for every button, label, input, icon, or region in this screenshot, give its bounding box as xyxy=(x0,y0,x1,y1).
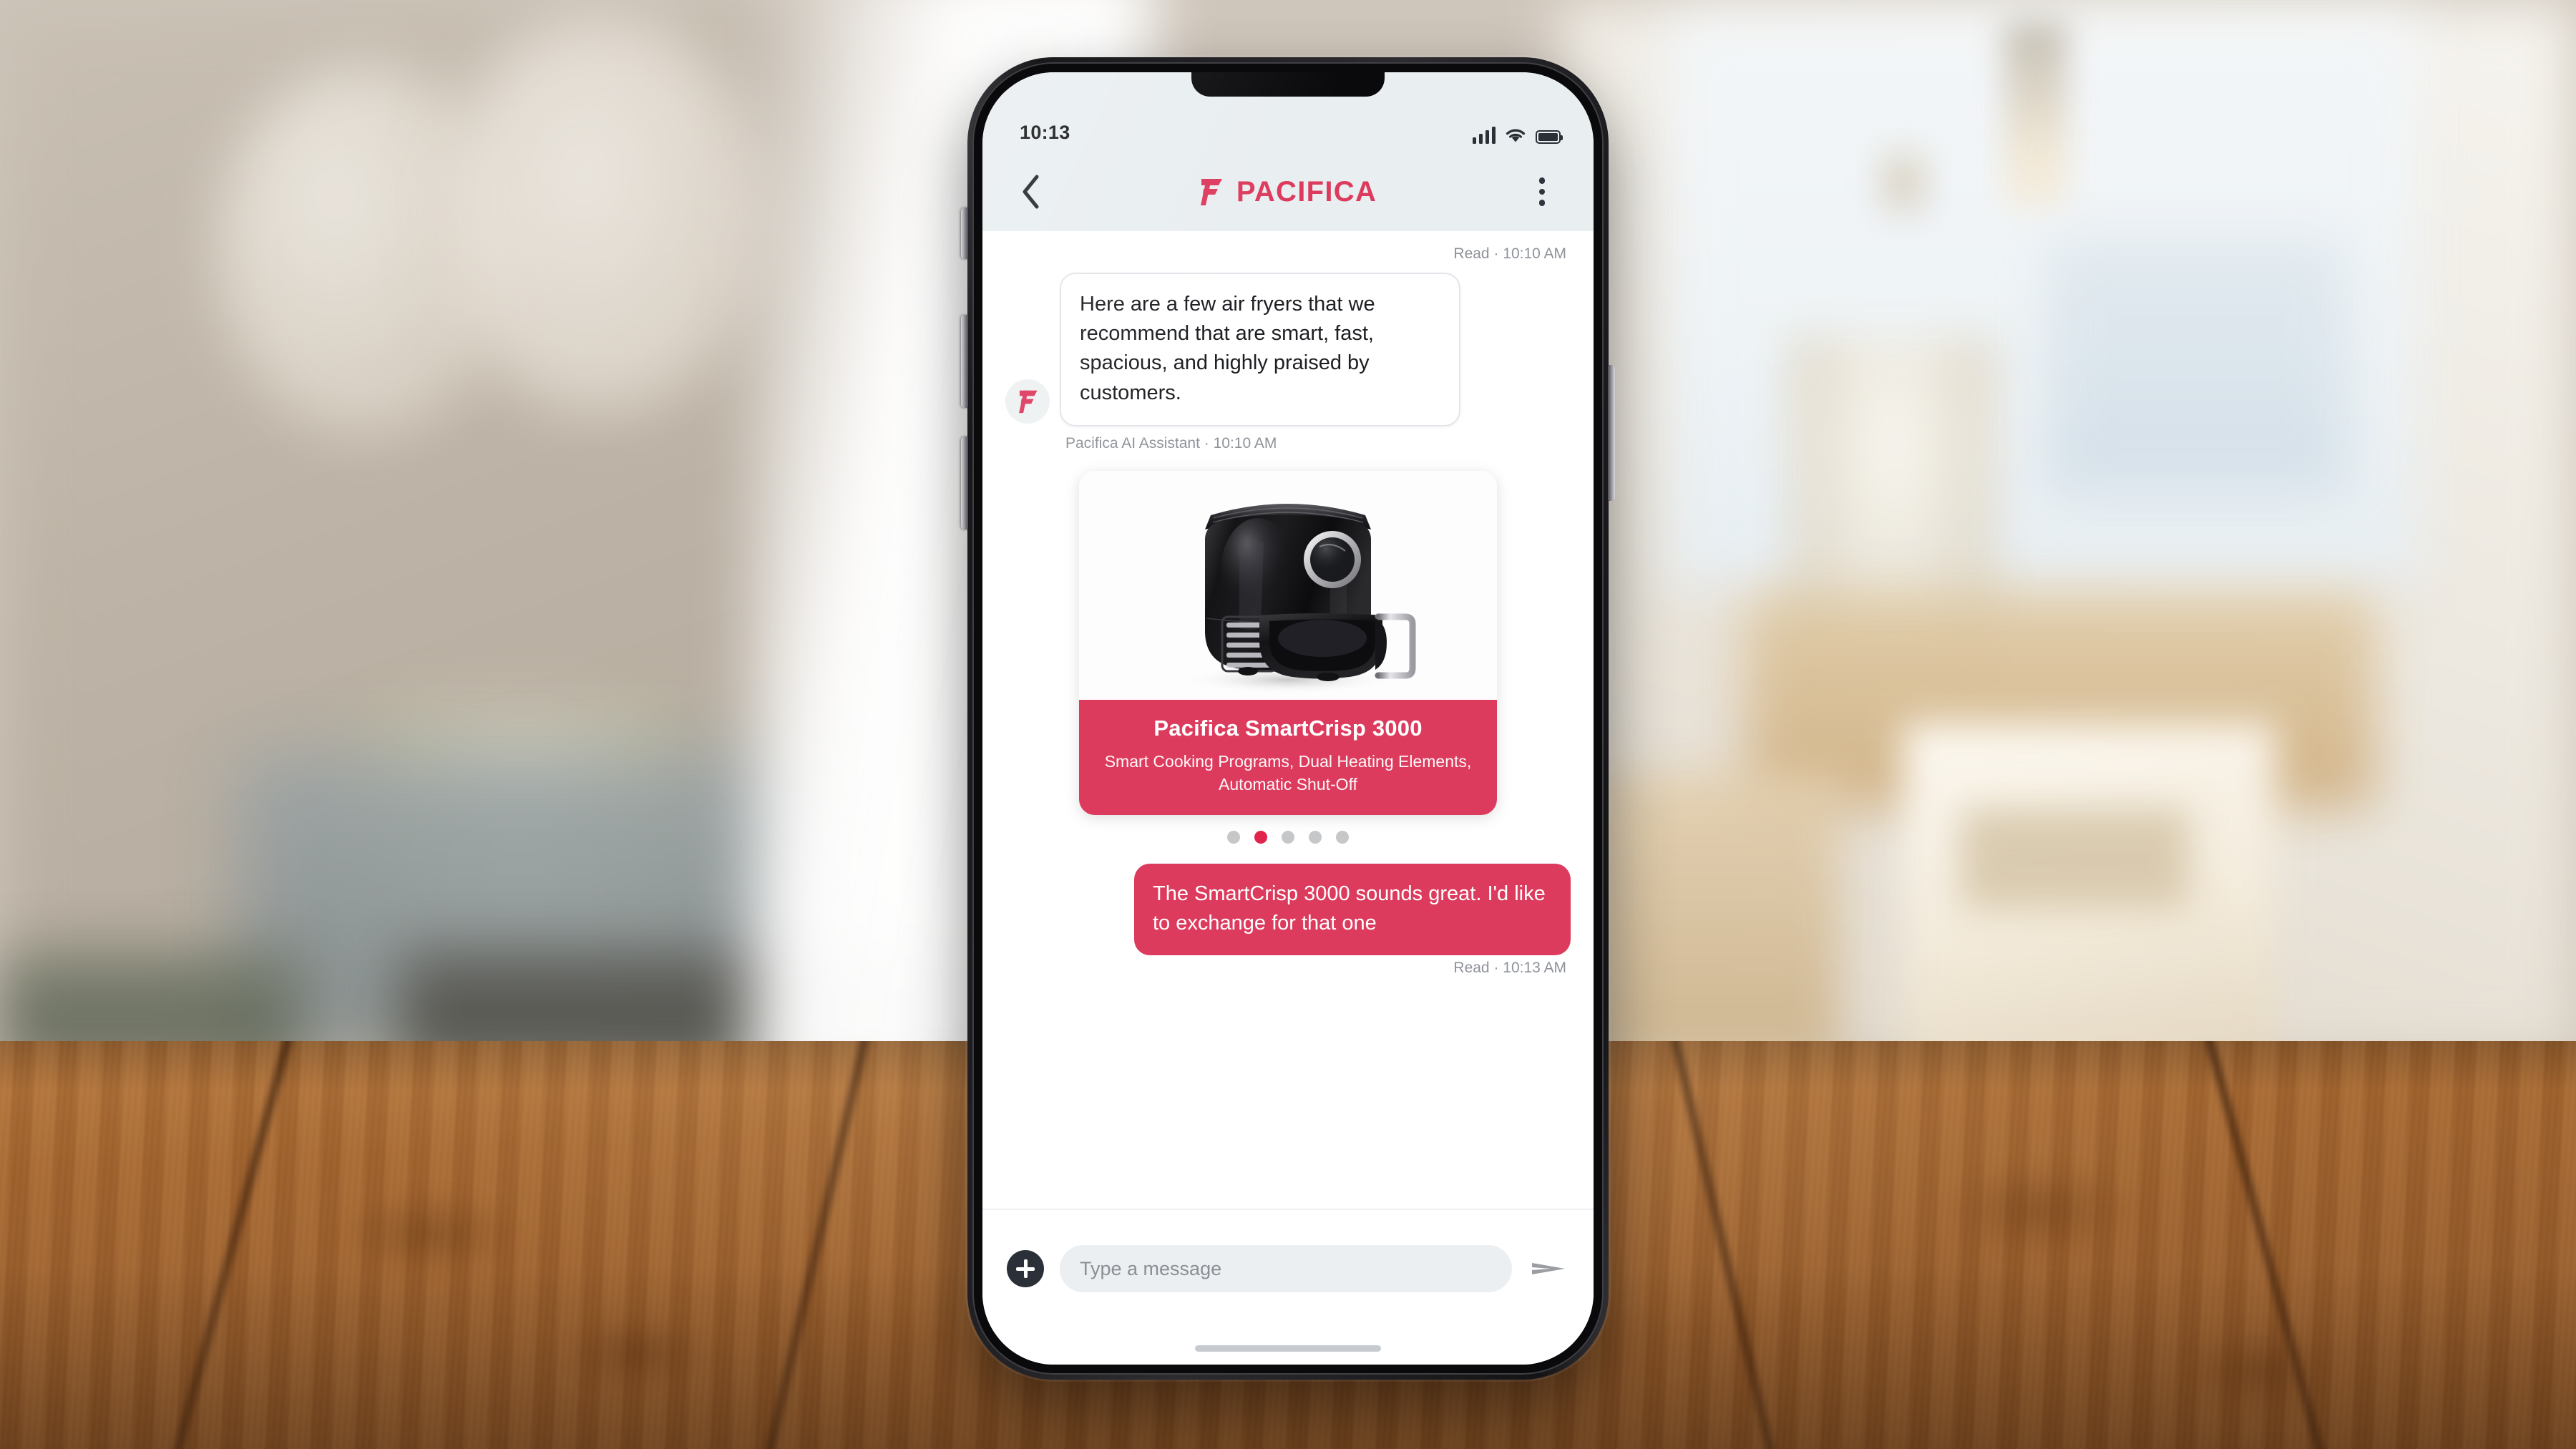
back-button[interactable] xyxy=(1011,172,1051,212)
pacifica-logo-mark xyxy=(1200,179,1222,205)
read-receipt-top: Read · 10:10 AM xyxy=(1453,245,1566,262)
power-button[interactable] xyxy=(1608,365,1615,501)
assistant-message-meta: Pacifica AI Assistant · 10:10 AM xyxy=(1065,434,1277,452)
pacifica-avatar-icon xyxy=(1019,390,1038,413)
carousel-dot-1[interactable] xyxy=(1227,831,1240,844)
kebab-menu-icon[interactable] xyxy=(1522,172,1562,212)
assistant-message-bubble: Here are a few air fryers that we recomm… xyxy=(1060,273,1460,426)
carousel-dot-2[interactable] xyxy=(1254,831,1267,844)
product-title: Pacifica SmartCrisp 3000 xyxy=(1153,715,1423,741)
carousel-dots[interactable] xyxy=(1005,831,1571,844)
read-receipt-bottom: Read · 10:13 AM xyxy=(1453,960,1566,977)
battery-full-icon xyxy=(1536,130,1563,144)
bg-chair-detail xyxy=(1961,809,2190,909)
wifi-icon xyxy=(1506,129,1526,142)
product-card-footer: Pacifica SmartCrisp 3000 Smart Cooking P… xyxy=(1079,699,1497,815)
product-features: Smart Cooking Programs, Dual Heating Ele… xyxy=(1104,751,1472,794)
user-message-row: The SmartCrisp 3000 sounds great. I'd li… xyxy=(1005,864,1571,956)
volume-up-button[interactable] xyxy=(961,315,968,408)
search-input[interactable] xyxy=(1060,1245,1512,1292)
phone-screen: 10:13 PACIFICA Read · 10:10 AM Here are … xyxy=(982,72,1594,1365)
status-bar-icons xyxy=(1472,127,1563,144)
status-bar-clock: 10:13 xyxy=(1020,122,1070,143)
carousel-dot-5[interactable] xyxy=(1336,831,1349,844)
brand-name: PACIFICA xyxy=(1236,175,1377,208)
bg-wall-art-right xyxy=(436,14,766,415)
send-arrow-icon xyxy=(1532,1263,1565,1274)
bg-window-pane xyxy=(2046,236,2347,494)
chevron-left-icon xyxy=(1023,175,1039,209)
message-composer xyxy=(982,1209,1594,1365)
user-message-bubble: The SmartCrisp 3000 sounds great. I'd li… xyxy=(1134,864,1571,956)
assistant-message-row: Here are a few air fryers that we recomm… xyxy=(1005,273,1571,426)
silent-switch-button[interactable] xyxy=(961,208,968,259)
chat-thread: Read · 10:10 AM Here are a few air fryer… xyxy=(982,231,1594,1287)
air-fryer-illustration xyxy=(1181,503,1416,694)
bg-pendant-lamp-2 xyxy=(1875,122,1932,243)
brand-logo[interactable]: PACIFICA xyxy=(1196,175,1377,208)
product-card[interactable]: Pacifica SmartCrisp 3000 Smart Cooking P… xyxy=(1079,470,1497,815)
carousel-dot-3[interactable] xyxy=(1282,831,1294,844)
bg-pendant-lamp xyxy=(2004,21,2068,208)
send-button[interactable] xyxy=(1528,1253,1569,1284)
screen-notch xyxy=(1191,72,1385,97)
carousel-dot-4[interactable] xyxy=(1309,831,1322,844)
avatar xyxy=(1005,379,1050,424)
volume-down-button[interactable] xyxy=(961,436,968,530)
home-indicator xyxy=(1195,1345,1381,1352)
smartphone-device: 10:13 PACIFICA Read · 10:10 AM Here are … xyxy=(961,57,1615,1380)
plus-attach-icon[interactable] xyxy=(1007,1250,1044,1287)
air-fryer-product-image xyxy=(1079,470,1497,700)
bg-stool xyxy=(1596,773,1839,1059)
app-header: PACIFICA xyxy=(982,152,1594,231)
cellular-signal-icon xyxy=(1472,127,1496,144)
